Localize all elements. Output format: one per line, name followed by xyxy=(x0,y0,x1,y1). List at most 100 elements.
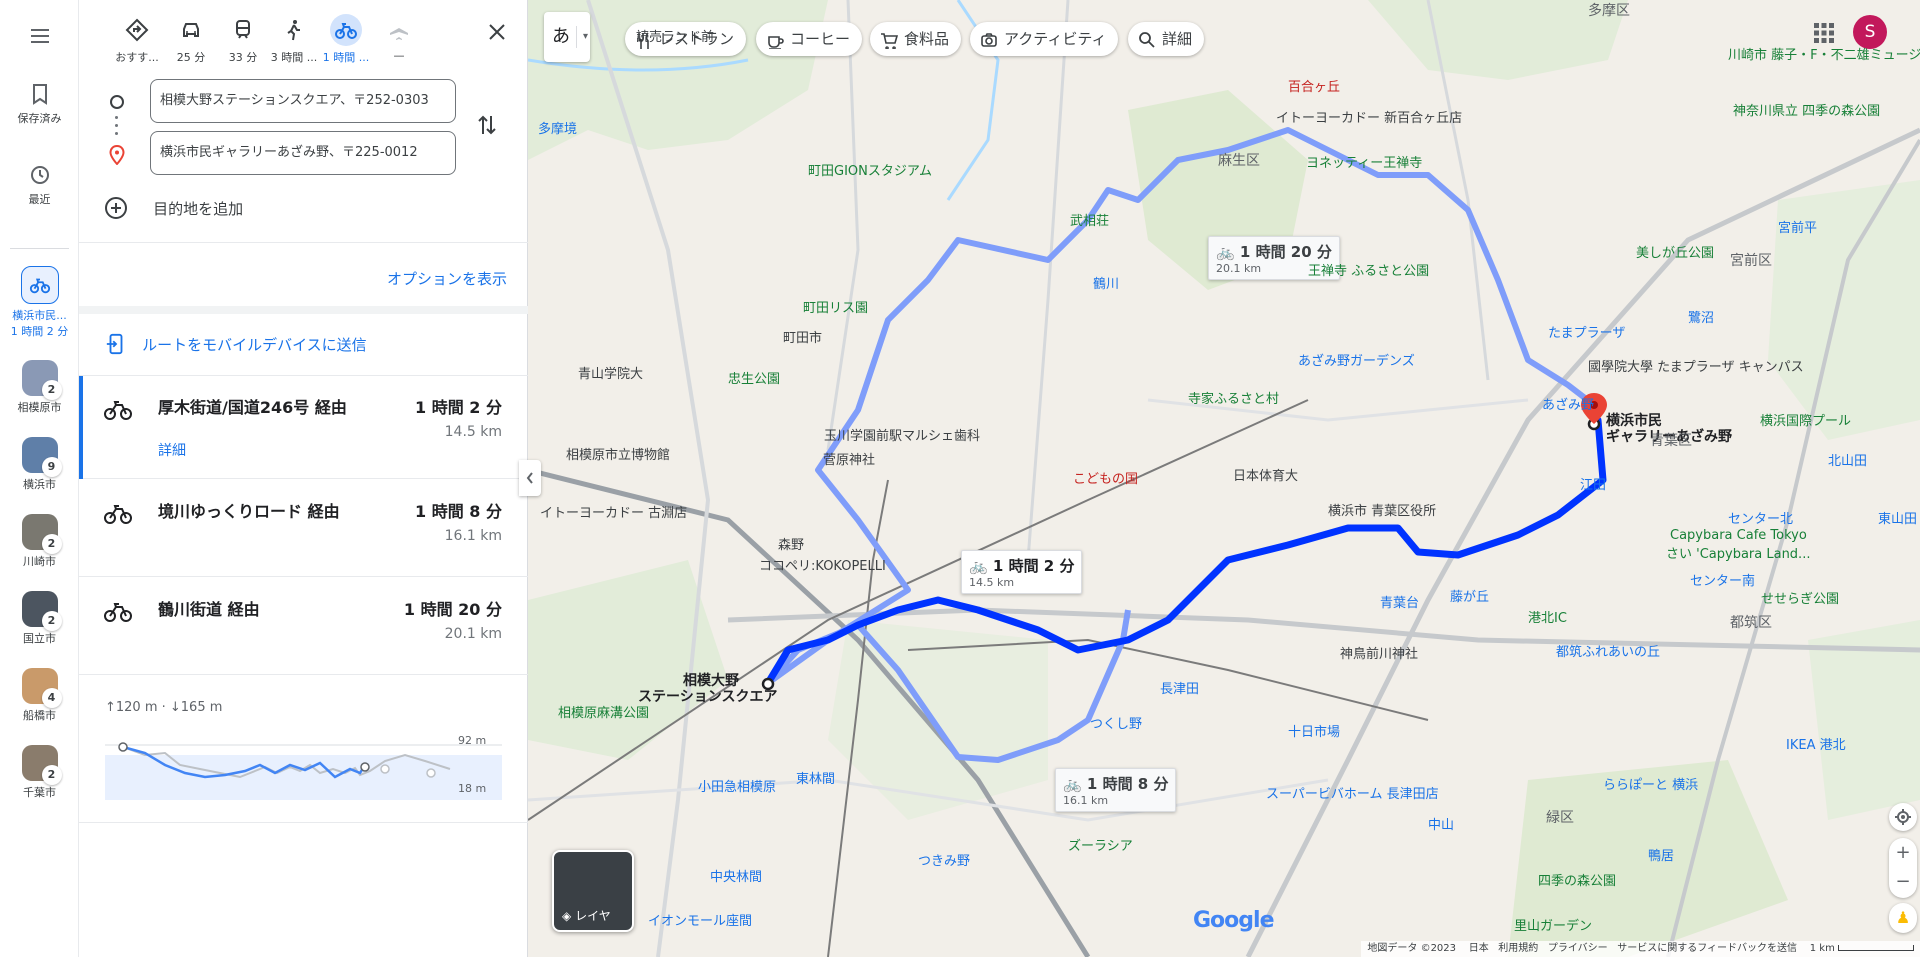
map-label-kitayamada[interactable]: 北山田 xyxy=(1828,450,1867,469)
map-label-tenmonkan[interactable]: 寺家ふるさと村 xyxy=(1188,388,1279,407)
map-label-aeon[interactable]: イオンモール座間 xyxy=(648,910,752,929)
map-label-kamoshida[interactable]: 鴨居 xyxy=(1648,845,1674,864)
map-label-chuorinkan[interactable]: 中央林間 xyxy=(710,866,762,885)
map-label-odakyu[interactable]: 小田急相模原 xyxy=(698,776,776,795)
close-button[interactable] xyxy=(485,20,509,48)
map-label-yonetti[interactable]: ヨネッティー王禅寺 xyxy=(1306,152,1422,171)
map-label-sunnyside[interactable]: スーパービバホーム 長津田店 xyxy=(1266,783,1439,802)
menu-button[interactable] xyxy=(0,24,79,52)
map-label-kawasaki-fuji[interactable]: 川崎市 藤子・F・不二雄ミュージアム xyxy=(1728,44,1920,63)
input-method-toggle[interactable]: あ ▾ xyxy=(544,12,590,62)
map-label-tamaplaza[interactable]: たまプラーザ xyxy=(1548,322,1625,341)
map-label-capybara[interactable]: Capybara Cafe Tokyo xyxy=(1670,528,1807,543)
travel-mode-bike[interactable]: 1 時間 ... xyxy=(320,14,372,65)
map-label-tsurukawa[interactable]: 鶴川 xyxy=(1093,273,1119,292)
rail-active-directions[interactable]: 横浜市民... 1 時間 2 分 xyxy=(0,266,79,339)
map-label-lalaport[interactable]: ららぽーと 横浜 xyxy=(1603,774,1698,793)
feedback-link[interactable]: サービスに関するフィードバックを送信 xyxy=(1617,943,1797,954)
category-chip-3[interactable]: アクティビティ xyxy=(970,22,1119,56)
layers-button[interactable]: ◈ レイヤ xyxy=(552,850,634,932)
travel-mode-plane[interactable]: — xyxy=(373,14,425,62)
map-label-gionstadium[interactable]: 町田GIONスタジアム xyxy=(808,160,932,179)
map-label-sagamihara-museum: 相模原市立博物館 xyxy=(566,448,671,463)
map-label-azamino-garden[interactable]: あざみ野ガーデンズ xyxy=(1298,350,1415,369)
map-label-nagatsuta[interactable]: 長津田 xyxy=(1160,678,1199,697)
map-label-kodomo[interactable]: こどもの国 xyxy=(1073,468,1138,487)
rail-place-1[interactable]: 9 横浜市 xyxy=(0,437,79,492)
map-label-aobadai[interactable]: 青葉台 xyxy=(1380,592,1419,611)
rail-place-5[interactable]: 2 千葉市 xyxy=(0,745,79,800)
map-label-tsuzuki-fureai[interactable]: 都筑ふれあいの丘 xyxy=(1556,641,1660,660)
map-label-tokaichiba[interactable]: 十日市場 xyxy=(1288,721,1340,740)
pegman-icon[interactable]: ♟ xyxy=(1889,903,1917,933)
map-label-ezaki[interactable]: 江田 xyxy=(1580,474,1606,493)
category-chip-2[interactable]: 食料品 xyxy=(870,22,962,56)
category-chip-1[interactable]: コーヒー xyxy=(756,22,863,56)
place-count-badge: 9 xyxy=(41,457,62,477)
swap-icon[interactable] xyxy=(475,112,499,138)
map-label-sugao: 菅原神社 xyxy=(823,453,876,468)
map-label-satoyama[interactable]: 里山ガーデン xyxy=(1514,915,1592,934)
rail-place-2[interactable]: 2 川崎市 xyxy=(0,514,79,569)
add-destination-button[interactable]: 目的地を追加 xyxy=(104,196,243,220)
route-details-link[interactable]: 詳細 xyxy=(158,440,186,460)
send-to-mobile-button[interactable]: ルートをモバイルデバイスに送信 xyxy=(105,333,367,355)
my-location-button[interactable] xyxy=(1889,803,1917,831)
recent-button[interactable]: 最近 xyxy=(0,163,79,207)
zoom-in-button[interactable]: + xyxy=(1889,838,1917,868)
map-label-shinyurigaoka[interactable]: 百合ヶ丘 xyxy=(1288,76,1340,95)
route-option-2[interactable]: 境川ゆっくりロード 経由 1 時間 8 分 16.1 km xyxy=(79,480,528,577)
map-label-ojiyama[interactable]: 王禅寺 ふるさと公園 xyxy=(1308,260,1429,279)
map-label-sesuragi[interactable]: せせらぎ公園 xyxy=(1761,588,1839,607)
map-label-tsukushino[interactable]: つくし野 xyxy=(1090,713,1142,732)
map-label-yokohama-pool[interactable]: 横浜国際プール xyxy=(1760,410,1851,429)
collapse-panel-button[interactable] xyxy=(519,460,541,496)
map-label-center-kita[interactable]: センター北 xyxy=(1728,508,1793,527)
travel-mode-diamond-directions[interactable]: おすす... xyxy=(111,14,163,65)
travel-mode-train[interactable]: 33 分 xyxy=(217,14,269,65)
rail-place-4[interactable]: 4 船橋市 xyxy=(0,668,79,723)
map-label-higashiyamada[interactable]: 東山田 xyxy=(1878,508,1917,527)
map-label-center-minami[interactable]: センター南 xyxy=(1690,570,1755,589)
privacy-link[interactable]: プライバシー xyxy=(1548,943,1608,954)
rail-place-3[interactable]: 2 国立市 xyxy=(0,591,79,646)
route-option-1[interactable]: 厚木街道/国道246号 経由 1 時間 2 分 14.5 km 詳細 xyxy=(79,376,528,479)
route-time-box-2[interactable]: 🚲 1 時間 8 分 16.1 km xyxy=(1055,768,1177,812)
map-label-shikinomori[interactable]: 四季の森公園 xyxy=(1538,870,1616,889)
map-canvas[interactable]: あ ▾ レストラン コーヒー 食料品 アクティビティ 詳細 S 🚲 1 時間 2 分 14… xyxy=(528,0,1920,957)
destination-input[interactable]: 横浜市民ギャラリーあざみ野、〒225-0012 xyxy=(150,131,456,175)
terms-link[interactable]: 利用規約 xyxy=(1498,943,1538,954)
saved-button[interactable]: 保存済み xyxy=(0,82,79,126)
map-label-mitakedai[interactable]: 美しが丘公園 xyxy=(1636,242,1714,261)
map-label-higashirinkan[interactable]: 東林間 xyxy=(796,768,835,787)
origin-input[interactable]: 相模大野ステーションスクエア、〒252-0303 xyxy=(150,79,456,123)
map-label-suzukakedai-museum[interactable]: ズーラシア xyxy=(1068,835,1133,854)
options-link[interactable]: オプションを表示 xyxy=(387,268,507,289)
map-label-tsukimino[interactable]: つきみ野 xyxy=(918,850,970,869)
zoom-out-button[interactable]: − xyxy=(1889,868,1917,898)
map-label-risuen[interactable]: 町田リス園 xyxy=(803,297,868,316)
route-option-3[interactable]: 鶴川街道 経由 1 時間 20 分 20.1 km xyxy=(79,578,528,675)
rail-place-0[interactable]: 2 相模原市 xyxy=(0,360,79,415)
map-label-nakayama[interactable]: 中山 xyxy=(1428,814,1454,833)
map-label-fujigaoka[interactable]: 藤が丘 xyxy=(1450,586,1489,605)
map-label-miyamaedaira[interactable]: 宮前平 xyxy=(1778,217,1817,236)
camera-icon xyxy=(981,32,997,47)
region-link[interactable]: 日本 xyxy=(1469,943,1489,954)
map-label-ikea[interactable]: IKEA 港北 xyxy=(1786,734,1846,753)
map-label-capybara2[interactable]: さい 'Capybara Land... xyxy=(1666,543,1810,562)
apps-grid-icon[interactable] xyxy=(1813,22,1835,44)
map-label-kitashinyoko[interactable]: 港北IC xyxy=(1528,607,1567,626)
route-time-box-primary[interactable]: 🚲 1 時間 2 分 14.5 km xyxy=(961,550,1083,594)
map-label-saginuma[interactable]: 鷺沼 xyxy=(1688,307,1714,326)
map-label-busenji[interactable]: 武相荘 xyxy=(1070,210,1109,229)
map-label-tama: 多摩区 xyxy=(1588,3,1630,19)
map-label-kandaiji[interactable]: 神奈川県立 四季の森公園 xyxy=(1733,100,1880,119)
category-chip-4[interactable]: 詳細 xyxy=(1128,22,1205,56)
map-label-oyama[interactable]: 忠生公園 xyxy=(728,368,780,387)
map-label-tamalake[interactable]: 多摩境 xyxy=(538,118,577,137)
travel-mode-car[interactable]: 25 分 xyxy=(165,14,217,65)
map-label-sagamihara-asamizo[interactable]: 相模原麻溝公園 xyxy=(558,702,649,721)
travel-mode-walk[interactable]: 3 時間 ... xyxy=(268,14,320,65)
map-label-azamino[interactable]: あざみ野 xyxy=(1542,394,1594,413)
